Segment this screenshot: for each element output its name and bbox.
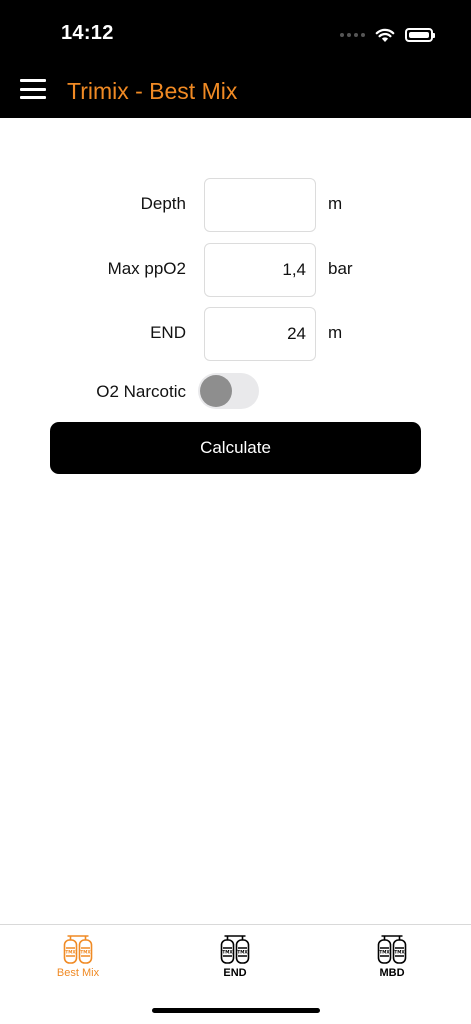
tab-mbd[interactable]: TMX TMX MBD xyxy=(332,933,452,993)
max-ppo2-row: Max ppO2 bar xyxy=(0,243,471,297)
end-row: END m xyxy=(0,307,471,361)
tab-best-mix[interactable]: TMX TMX Best Mix xyxy=(18,933,138,993)
page-title: Trimix - Best Mix xyxy=(67,78,238,104)
svg-text:TMX: TMX xyxy=(65,950,76,955)
calculate-button[interactable]: Calculate xyxy=(50,422,421,474)
depth-label: Depth xyxy=(140,194,186,213)
tab-end[interactable]: TMX TMX END xyxy=(175,933,295,993)
twin-tanks-icon: TMX TMX xyxy=(377,935,407,964)
max-ppo2-unit: bar xyxy=(328,259,353,278)
wifi-icon xyxy=(375,28,395,42)
status-time: 14:12 xyxy=(61,22,114,44)
depth-row: Depth m xyxy=(0,178,471,232)
status-icons xyxy=(340,24,435,46)
svg-text:TMX: TMX xyxy=(237,950,248,955)
battery-icon xyxy=(405,28,435,42)
app-header: 14:12 Trimix - Best Mix xyxy=(0,0,471,118)
end-input[interactable] xyxy=(204,307,316,361)
cellular-signal-icon xyxy=(340,33,365,37)
home-indicator xyxy=(152,1008,320,1013)
hamburger-icon[interactable] xyxy=(20,79,46,99)
depth-unit: m xyxy=(328,194,343,213)
max-ppo2-label: Max ppO2 xyxy=(107,259,186,278)
max-ppo2-input[interactable] xyxy=(204,243,316,297)
end-unit: m xyxy=(328,323,343,342)
depth-input[interactable] xyxy=(204,178,316,232)
svg-text:TMX: TMX xyxy=(222,950,233,955)
end-label: END xyxy=(150,323,186,342)
svg-text:TMX: TMX xyxy=(80,950,91,955)
twin-tanks-icon: TMX TMX xyxy=(220,935,250,964)
o2-narcotic-label: O2 Narcotic xyxy=(96,382,186,401)
tab-mbd-label: MBD xyxy=(379,967,405,979)
twin-tanks-icon: TMX TMX xyxy=(63,935,93,964)
o2-narcotic-toggle[interactable] xyxy=(198,373,259,409)
o2-narcotic-row: O2 Narcotic xyxy=(0,372,471,410)
svg-text:TMX: TMX xyxy=(379,950,390,955)
svg-text:TMX: TMX xyxy=(394,950,405,955)
toggle-knob xyxy=(200,375,232,407)
tab-best-mix-label: Best Mix xyxy=(56,967,100,979)
tab-end-label: END xyxy=(223,967,247,979)
